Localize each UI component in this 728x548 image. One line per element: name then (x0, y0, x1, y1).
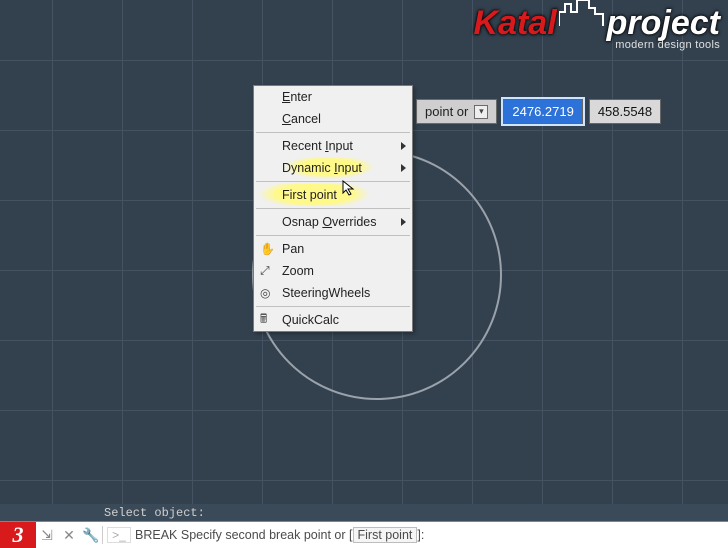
command-name: BREAK (135, 528, 177, 542)
command-text: BREAK Specify second break point or [Fir… (135, 528, 424, 542)
menu-enter[interactable]: Enter (254, 86, 412, 108)
command-option[interactable]: First point (353, 527, 418, 543)
customize-icon[interactable]: 🔧 (80, 522, 102, 548)
pin-icon[interactable]: ⇲ (36, 522, 58, 548)
logo-text-project: project (607, 4, 720, 43)
close-icon[interactable]: ✕ (58, 522, 80, 548)
dynamic-input-bar: point or ▾ 2476.2719 458.5548 (416, 99, 661, 124)
brand-logo: Katal project modern design tools (474, 4, 721, 51)
steering-wheel-icon: ◎ (260, 286, 270, 300)
menu-osnap-overrides[interactable]: Osnap Overrides (254, 211, 412, 233)
menu-separator (256, 181, 410, 182)
dropdown-icon[interactable]: ▾ (474, 105, 488, 119)
menu-separator (256, 306, 410, 307)
menu-cancel[interactable]: Cancel (254, 108, 412, 130)
menu-separator (256, 132, 410, 133)
coord-y-input[interactable]: 458.5548 (589, 99, 661, 124)
menu-recent-input[interactable]: Recent Input (254, 135, 412, 157)
calculator-icon: 🖩 (260, 310, 267, 331)
context-menu: Enter Cancel Recent Input Dynamic Input … (253, 85, 413, 332)
menu-dynamic-input[interactable]: Dynamic Input (254, 157, 412, 179)
menu-first-point[interactable]: First point (254, 184, 412, 206)
zoom-icon: ⤢ (260, 264, 270, 279)
command-line[interactable]: 3 ⇲ ✕ 🔧 >_ BREAK Specify second break po… (0, 521, 728, 548)
skyline-icon (559, 0, 607, 37)
menu-separator (256, 208, 410, 209)
menu-pan[interactable]: ✋Pan (254, 238, 412, 260)
menu-zoom[interactable]: ⤢Zoom (254, 260, 412, 282)
command-area: Select object: 3 ⇲ ✕ 🔧 >_ BREAK Specify … (0, 504, 728, 546)
command-prompt-icon[interactable]: >_ (107, 527, 131, 543)
dynamic-input-prompt: point or ▾ (416, 99, 497, 124)
pan-icon: ✋ (260, 242, 275, 256)
tutorial-step-badge: 3 (0, 522, 36, 548)
submenu-arrow-icon (401, 142, 406, 150)
coord-x-input[interactable]: 2476.2719 (503, 99, 582, 124)
menu-quickcalc[interactable]: 🖩QuickCalc (254, 309, 412, 331)
menu-steering-wheels[interactable]: ◎SteeringWheels (254, 282, 412, 304)
command-history: Select object: (0, 504, 728, 521)
logo-text-katal: Katal (474, 4, 557, 43)
separator (102, 526, 103, 544)
submenu-arrow-icon (401, 218, 406, 226)
menu-separator (256, 235, 410, 236)
submenu-arrow-icon (401, 164, 406, 172)
prompt-fragment: point or (425, 104, 468, 119)
